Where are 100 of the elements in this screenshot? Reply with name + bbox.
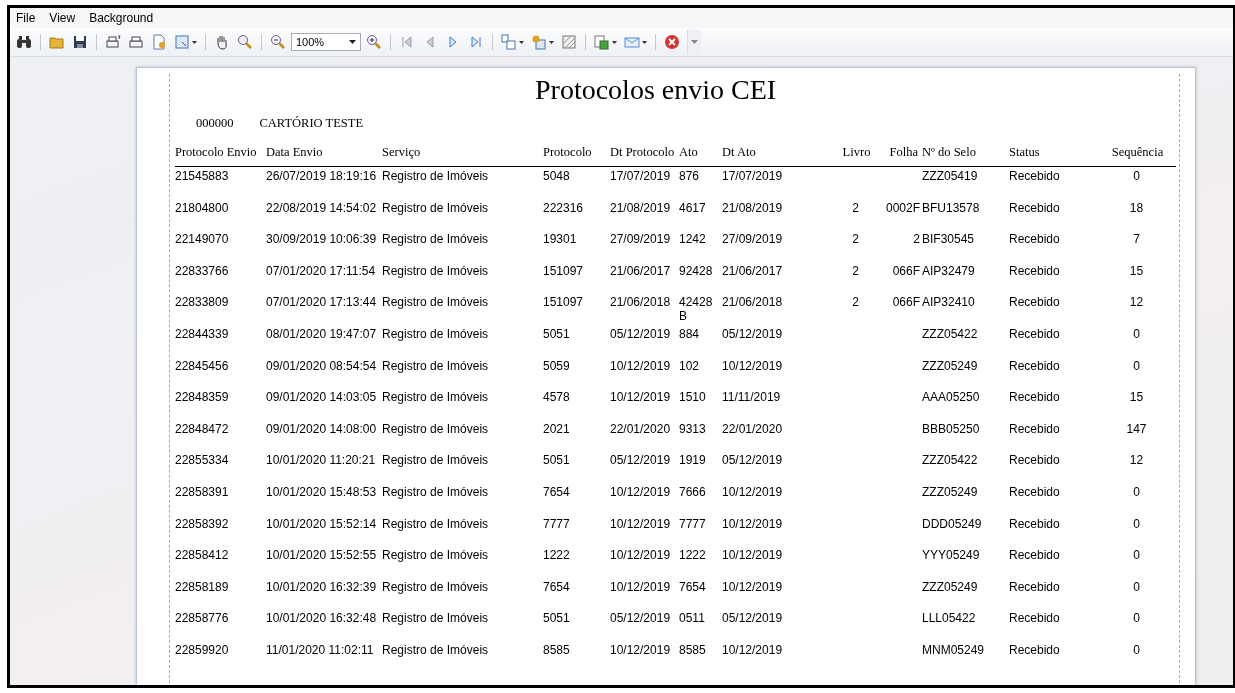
print-icon [128, 34, 144, 50]
protocol-cell: 5048 [543, 169, 570, 183]
protocol-date-cell: 21/06/2018 [610, 295, 671, 310]
protocol-cell: 5051 [543, 611, 570, 626]
protocol-date-cell: 10/12/2019 [610, 390, 671, 405]
caret-icon [691, 40, 698, 44]
caret-icon [519, 40, 524, 44]
send-date-cell: 11/01/2020 11:02:11 [266, 642, 374, 657]
send-date-cell: 10/01/2020 15:52:14 [266, 516, 377, 531]
service-cell: Registro de Imóveis [382, 263, 489, 278]
column-header: Dt Protocolo [610, 145, 676, 160]
sheet-cell: 066F [892, 295, 920, 310]
service-cell: Registro de Imóveis [382, 453, 489, 468]
seal-cell: YYY05249 [922, 548, 980, 563]
caret-icon [612, 40, 617, 44]
send-date-cell: 22/08/2019 14:54:02 [266, 200, 377, 215]
protocol-date-cell: 10/12/2019 [610, 548, 671, 563]
page-layout-icon [174, 34, 190, 50]
protocol-cell: 7777 [543, 516, 570, 531]
act-cell: 876 [679, 169, 700, 183]
act-date-cell: 27/09/2019 [722, 232, 783, 247]
status-cell: Recebido [1009, 516, 1060, 531]
protocol-send-cell: 21545883 [175, 169, 229, 183]
column-header: Livro [841, 145, 872, 160]
menu-item[interactable]: View [49, 11, 76, 25]
act-date-cell: 21/08/2019 [722, 200, 783, 215]
sequence-cell: 0 [1133, 484, 1140, 499]
protocol-send-cell: 22858189 [175, 579, 229, 594]
folder-icon [49, 34, 65, 50]
sequence-cell: 15 [1129, 390, 1144, 405]
service-cell: Registro de Imóveis [382, 358, 489, 373]
column-header: Nº do Selo [922, 145, 977, 160]
book-cell: 2 [852, 263, 859, 278]
act-date-cell: 10/12/2019 [722, 484, 783, 499]
act-date-cell: 05/12/2019 [722, 453, 783, 468]
protocol-send-cell: 22855334 [175, 453, 229, 468]
seal-cell: ZZZ05422 [922, 326, 978, 341]
caret-icon [642, 40, 647, 44]
protocol-cell: 7654 [543, 484, 570, 499]
act-cell: 884 [679, 326, 700, 341]
protocol-cell: 222316 [543, 200, 584, 215]
protocol-send-cell: 22858391 [175, 484, 229, 499]
seal-cell: AIP32410 [922, 295, 975, 310]
column-header: Protocolo [543, 145, 593, 160]
status-cell: Recebido [1009, 326, 1060, 341]
protocol-cell: 5051 [543, 326, 570, 341]
act-date-cell: 10/12/2019 [722, 516, 783, 531]
sequence-cell: 0 [1133, 642, 1140, 657]
act-cell: 92428 [679, 263, 713, 278]
send-date-cell: 08/01/2020 19:47:07 [266, 326, 377, 341]
seal-cell: DDD05249 [922, 516, 982, 531]
status-cell: Recebido [1009, 579, 1060, 594]
email-icon [624, 34, 640, 50]
export-icon [594, 34, 610, 50]
send-date-cell: 10/01/2020 15:48:53 [266, 484, 377, 499]
protocol-send-cell: 22149070 [175, 232, 229, 247]
service-cell: Registro de Imóveis [382, 295, 489, 310]
send-date-cell: 07/01/2020 17:11:54 [266, 263, 376, 278]
sequence-cell: 0 [1133, 169, 1140, 183]
service-cell: Registro de Imóveis [382, 232, 489, 247]
protocol-send-cell: 22858776 [175, 611, 229, 626]
seal-cell: ZZZ05419 [922, 169, 978, 183]
protocol-send-cell: 22858392 [175, 516, 229, 531]
protocol-date-cell: 10/12/2019 [610, 484, 671, 499]
multiple-pages-button[interactable] [499, 31, 526, 53]
close-icon [664, 34, 680, 50]
send-date-cell: 07/01/2020 17:13:44 [266, 295, 377, 310]
act-date-cell: 10/12/2019 [722, 579, 783, 594]
protocol-cell: 5059 [543, 358, 570, 373]
protocol-date-cell: 05/12/2019 [610, 611, 671, 626]
sequence-cell: 0 [1133, 358, 1140, 373]
send-date-cell: 09/01/2020 14:03:05 [266, 390, 377, 405]
act-date-cell: 05/12/2019 [722, 611, 783, 626]
seal-cell: BFU13578 [922, 200, 980, 215]
menu-item[interactable]: File [16, 11, 36, 25]
sequence-cell: 0 [1133, 579, 1140, 594]
binoculars-icon [16, 34, 32, 50]
service-cell: Registro de Imóveis [382, 484, 489, 499]
service-cell: Registro de Imóveis [382, 421, 489, 436]
protocol-send-cell: 22833809 [175, 295, 229, 310]
seal-cell: ZZZ05422 [922, 453, 978, 468]
zoom-dropdown[interactable]: 100% [291, 33, 361, 51]
act-cell: 9313 [679, 421, 706, 436]
send-date-cell: 10/01/2020 16:32:48 [266, 611, 377, 626]
seal-cell: LLL05422 [922, 611, 976, 626]
act-cell: 1510 [679, 390, 706, 405]
toolbar-overflow-button[interactable] [687, 30, 701, 54]
book-cell: 2 [852, 232, 859, 247]
protocol-send-cell: 22859920 [175, 642, 229, 657]
service-cell: Registro de Imóveis [382, 326, 489, 341]
act-date-cell: 22/01/2020 [722, 421, 783, 436]
protocol-cell: 19301 [543, 232, 577, 247]
act-date-cell: 10/12/2019 [722, 358, 783, 373]
protocol-cell: 5051 [543, 453, 570, 468]
act-date-cell: 21/06/2017 [722, 263, 783, 278]
act-date-cell: 10/12/2019 [722, 642, 783, 657]
act-cell: 0511 [679, 611, 705, 626]
act-date-cell: 10/12/2019 [722, 548, 783, 563]
protocol-send-cell: 21804800 [175, 200, 229, 215]
menu-item[interactable]: Background [89, 11, 154, 25]
